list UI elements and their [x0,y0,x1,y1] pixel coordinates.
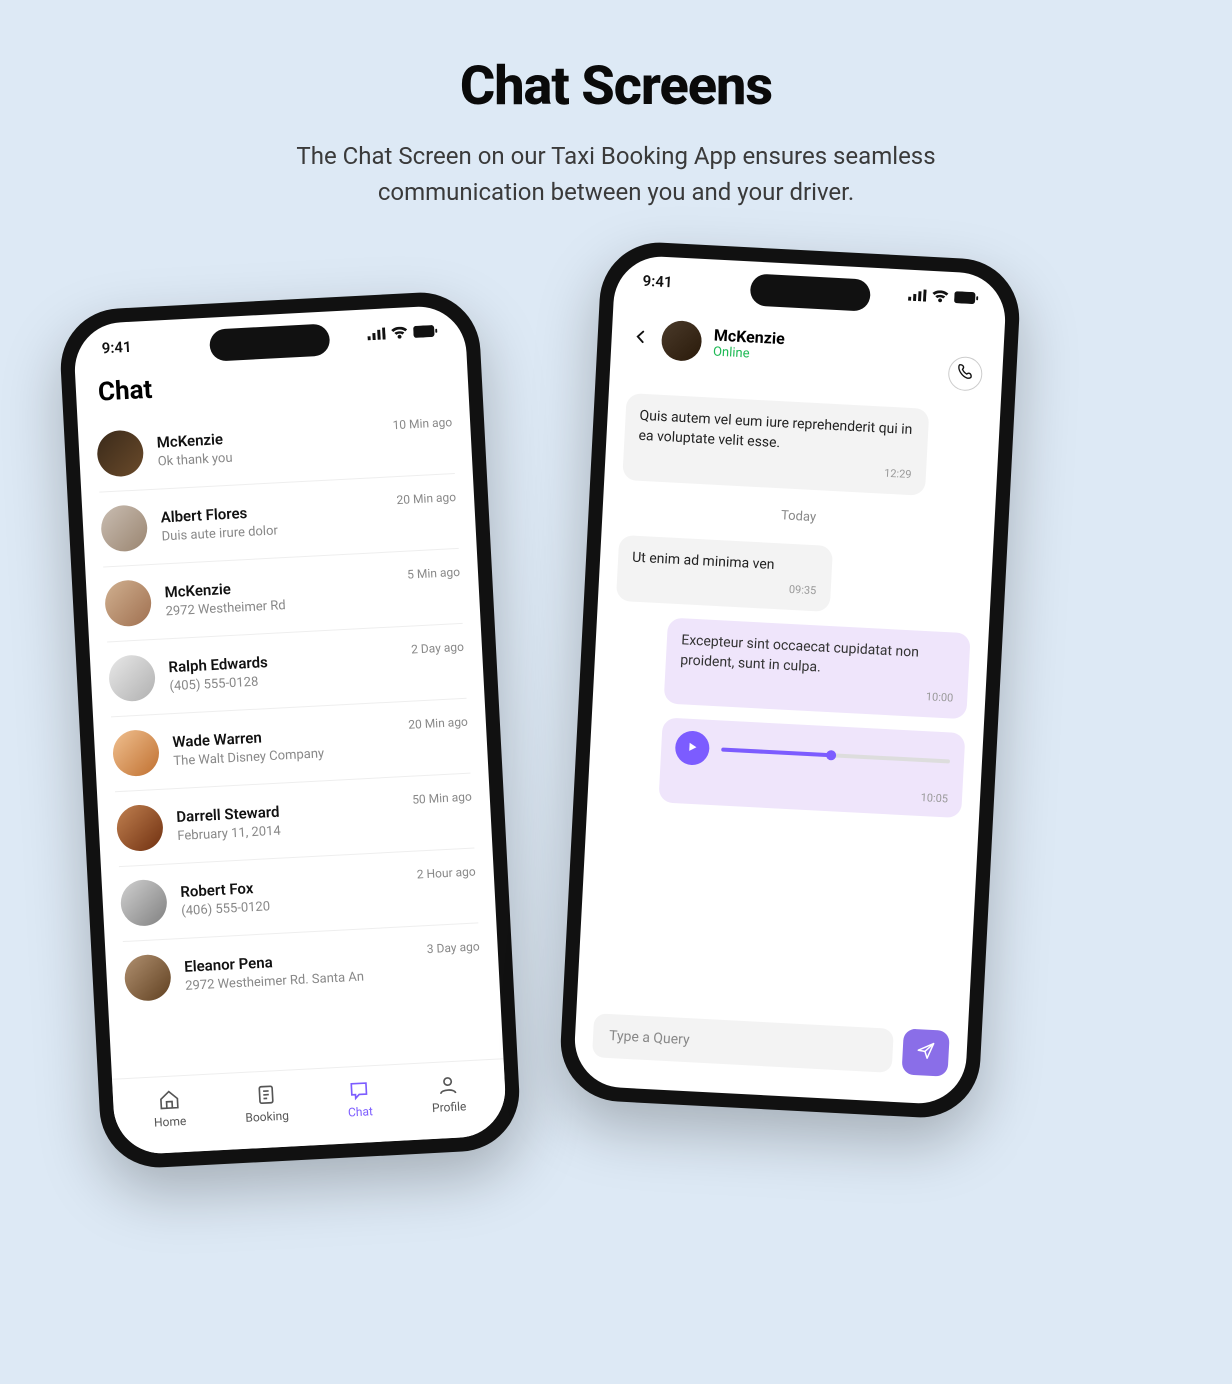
avatar [112,729,160,777]
phone-icon [956,362,975,385]
send-button[interactable] [902,1028,950,1076]
notch [750,273,872,311]
page-header: Chat Screens The Chat Screen on our Taxi… [0,0,1232,210]
chat-text: Robert Fox (406) 555-0120 [180,871,405,919]
phone-screen: 9:41 McKenzie Online Quis autem vel eum … [572,254,1007,1105]
chat-text: Albert Flores Duis aute irure dolor [160,497,384,545]
nav-label: Chat [348,1104,374,1119]
chat-time: 2 Hour ago [416,864,476,881]
status-time: 9:41 [642,272,673,292]
signal-icon [367,327,386,340]
message-incoming: Ut enim ad minima ven 09:35 [616,534,833,611]
avatar [100,504,148,552]
chat-list[interactable]: McKenzie Ok thank you 10 Min ago Albert … [77,398,503,1079]
chat-time: 20 Min ago [408,715,468,732]
message-time: 10:05 [673,778,948,805]
chat-time: 10 Min ago [392,415,452,432]
page-subtitle: The Chat Screen on our Taxi Booking App … [256,138,976,210]
message-input[interactable]: Type a Query [592,1013,894,1073]
chat-time: 50 Min ago [412,790,472,807]
day-separator: Today [620,499,976,533]
nav-home[interactable]: Home [152,1088,186,1130]
chat-text: Eleanor Pena 2972 Westheimer Rd. Santa A… [184,946,415,994]
message-text: Excepteur sint occaecat cupidatat non pr… [680,630,956,685]
phone-chat-list: 9:41 Chat McKenzie Ok thank you 10 Min a… [58,290,522,1171]
signal-icon [908,289,927,302]
audio-track-fill [722,748,832,758]
status-icons [367,325,438,341]
avatar [124,954,172,1002]
avatar [120,879,168,927]
audio-thumb[interactable] [826,750,837,761]
message-incoming: Quis autem vel eum iure reprehenderit qu… [622,393,929,495]
avatar [96,429,144,477]
chat-text: Darrell Steward February 11, 2014 [176,796,400,844]
chat-icon [348,1078,371,1101]
avatar [116,804,164,852]
nav-booking[interactable]: Booking [244,1083,290,1125]
status-icons [908,289,979,305]
message-outgoing: Excepteur sint occaecat cupidatat non pr… [664,617,971,719]
nav-chat[interactable]: Chat [346,1078,373,1119]
play-icon [685,738,700,758]
notch [209,323,331,361]
audio-controls [675,730,951,778]
nav-label: Booking [245,1109,289,1125]
chat-time: 20 Min ago [396,490,456,507]
battery-icon [413,325,438,338]
nav-label: Profile [432,1099,467,1115]
message-time: 09:35 [631,573,817,599]
conversation-body[interactable]: Quis autem vel eum iure reprehenderit qu… [577,382,1001,1022]
audio-track[interactable] [722,748,950,764]
play-button[interactable] [675,730,711,766]
avatar [104,579,152,627]
message-text: Ut enim ad minima ven [632,547,818,577]
audio-message-outgoing: 10:05 [659,718,966,819]
chat-time: 3 Day ago [426,939,479,956]
page-title: Chat Screens [0,55,1232,118]
chat-text: McKenzie Ok thank you [156,422,380,470]
nav-profile[interactable]: Profile [430,1073,466,1115]
call-button[interactable] [947,356,983,392]
chat-text: Ralph Edwards (405) 555-0128 [168,646,399,694]
wifi-icon [391,326,408,339]
status-time: 9:41 [101,338,132,358]
profile-icon [436,1074,459,1097]
nav-label: Home [154,1114,187,1130]
home-icon [157,1088,180,1111]
wifi-icon [932,290,949,303]
chat-time: 2 Day ago [411,640,464,657]
conversation-title-block: McKenzie Online [713,326,938,372]
booking-icon [254,1083,277,1106]
avatar[interactable] [661,320,703,362]
back-button[interactable] [631,326,650,351]
chat-text: McKenzie 2972 Westheimer Rd [164,571,395,619]
chat-text: Wade Warren The Walt Disney Company [172,722,396,770]
phone-screen: 9:41 Chat McKenzie Ok thank you 10 Min a… [72,304,507,1155]
avatar [108,654,156,702]
message-text: Quis autem vel eum iure reprehenderit qu… [638,406,914,461]
phone-conversation: 9:41 McKenzie Online Quis autem vel eum … [558,240,1022,1121]
battery-icon [954,291,979,304]
chat-time: 5 Min ago [407,565,460,582]
send-icon [915,1040,936,1065]
